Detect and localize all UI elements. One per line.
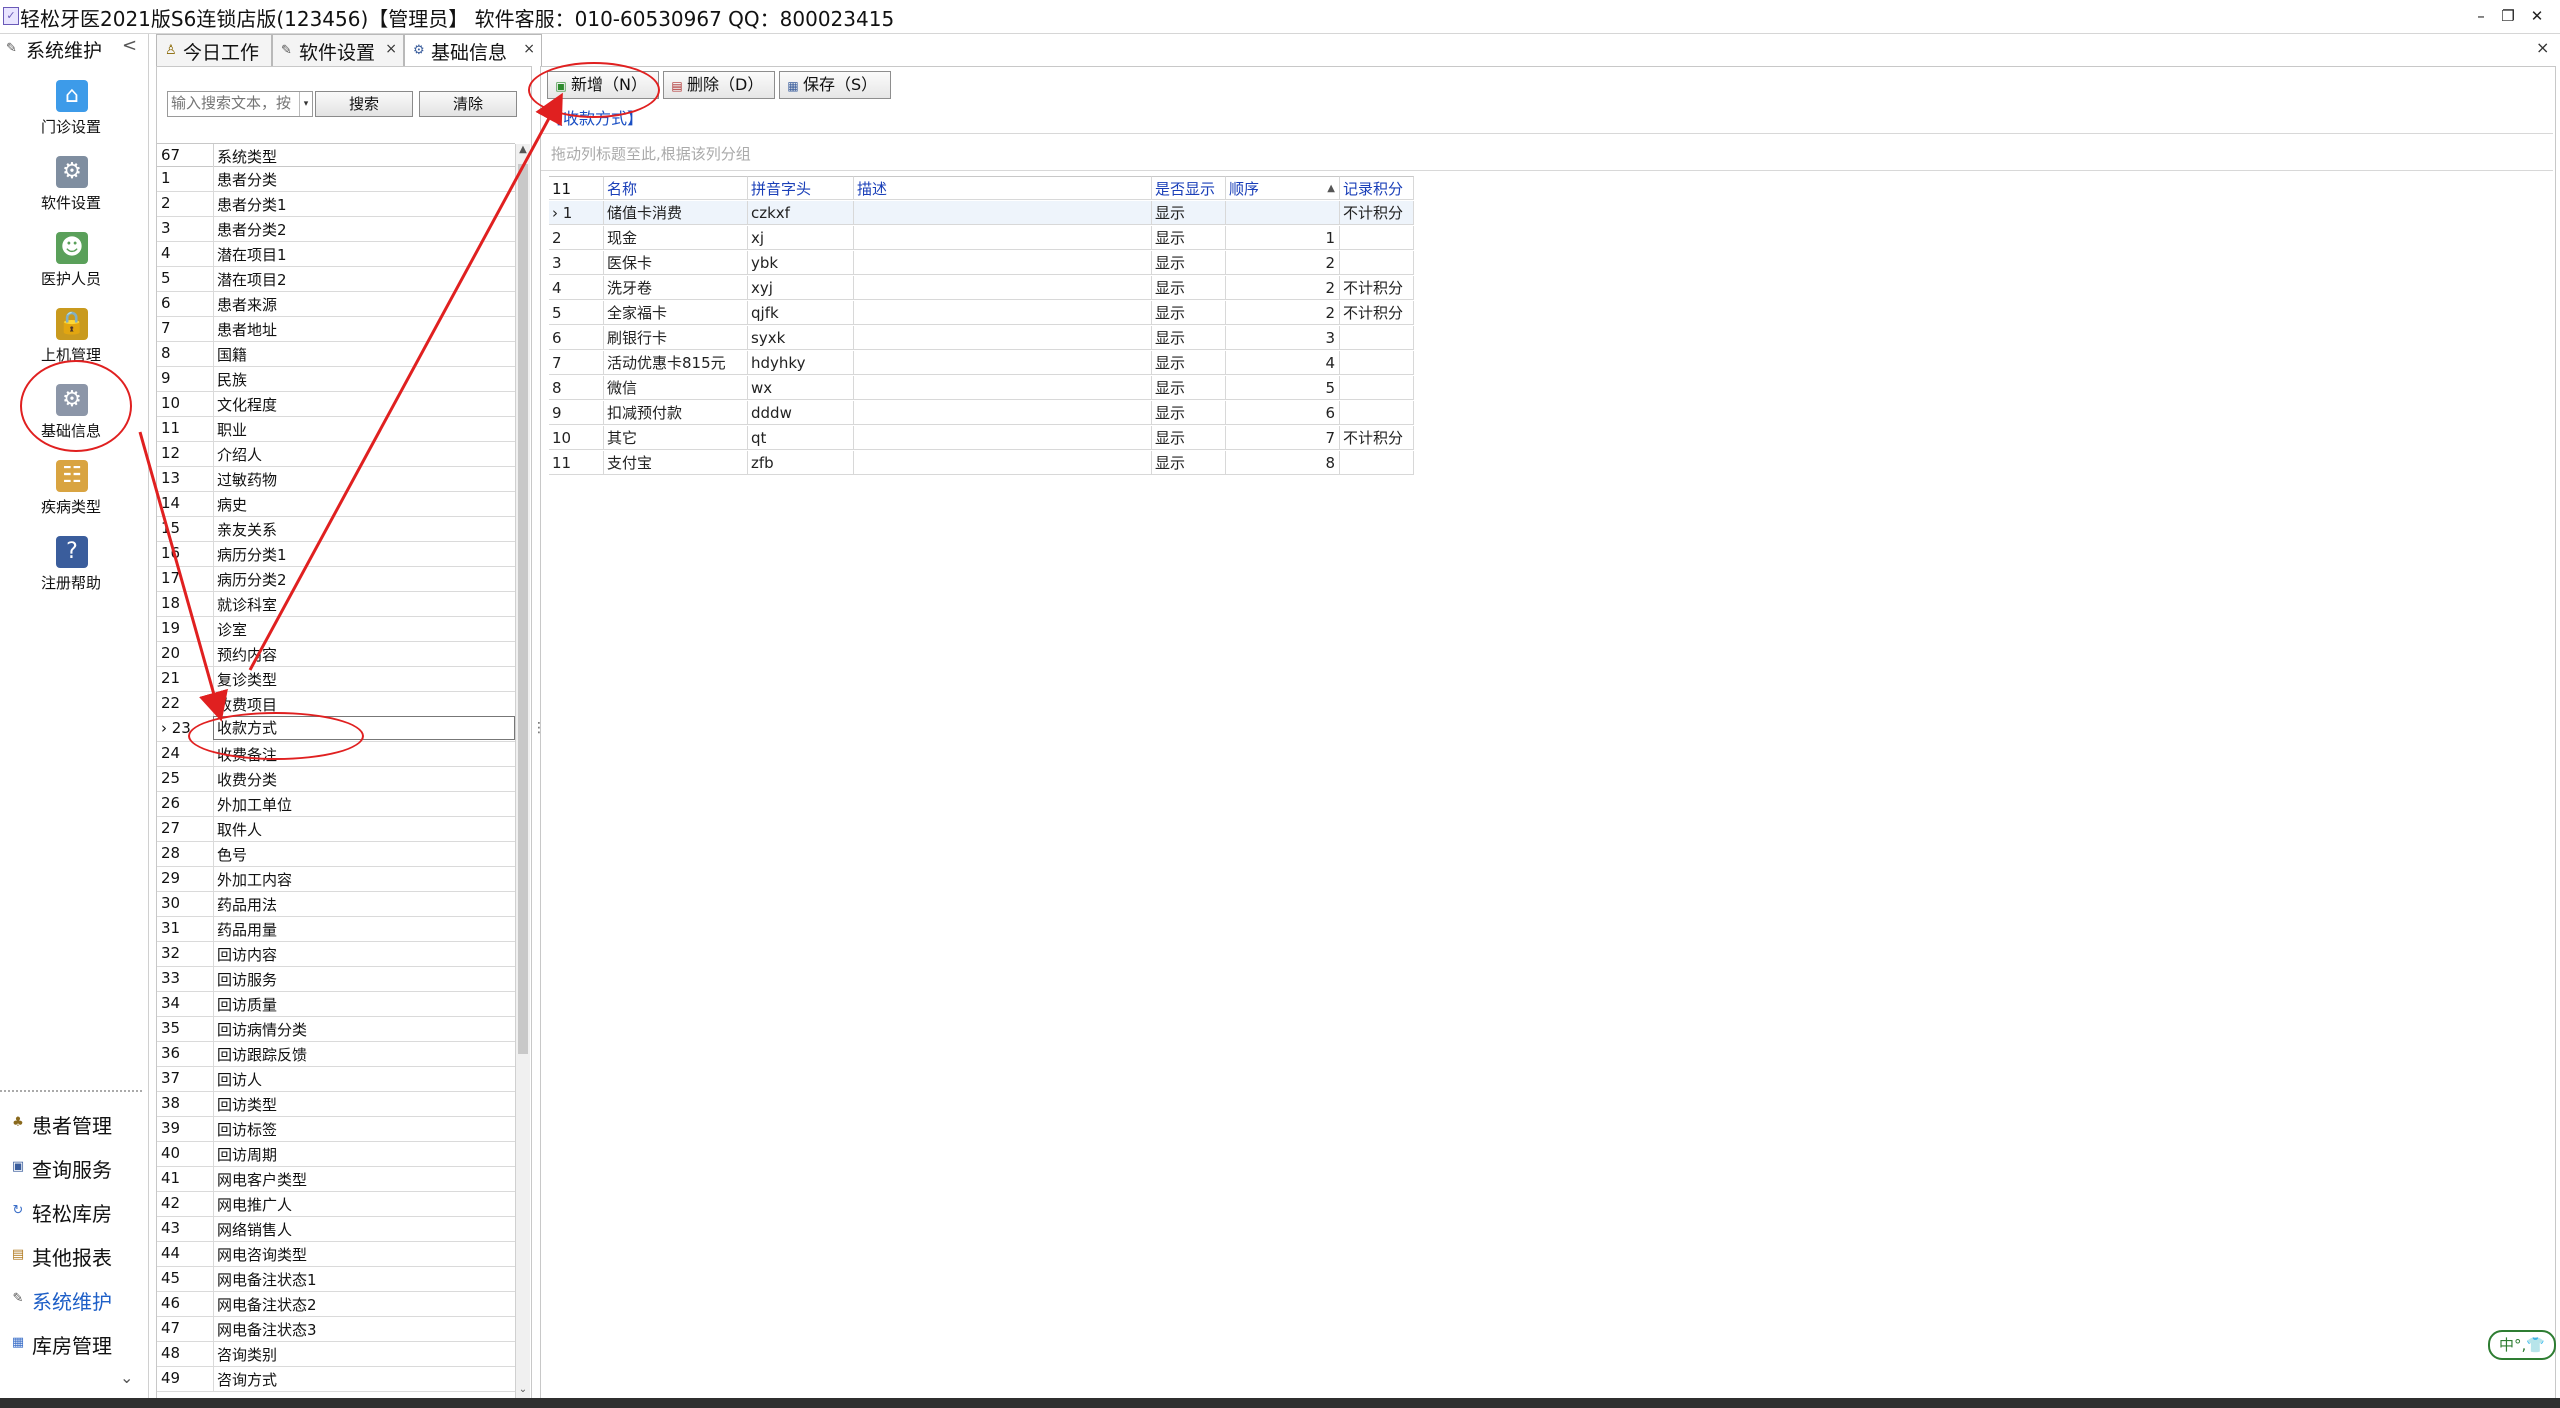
annotation-arrows xyxy=(138,92,563,722)
arrow-payment-to-add xyxy=(248,92,563,671)
arrow-basic-info-to-payment xyxy=(138,431,228,722)
